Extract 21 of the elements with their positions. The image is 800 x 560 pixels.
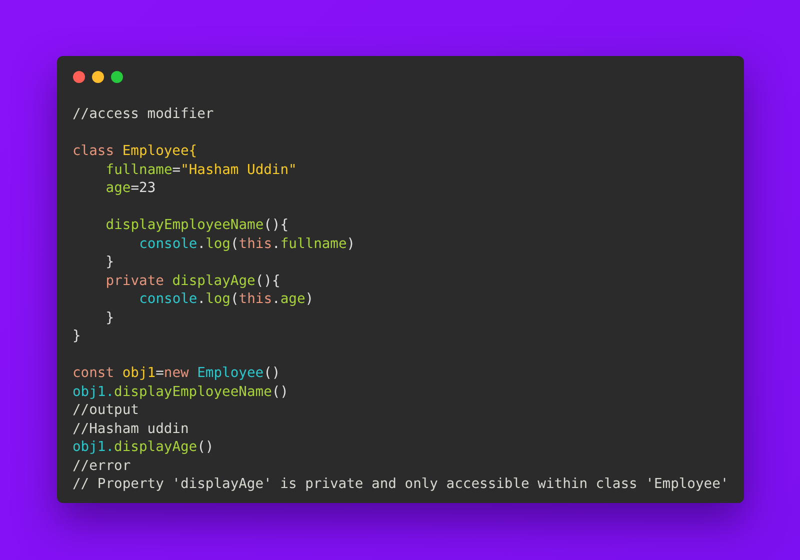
window-control-dot[interactable] [72,71,84,83]
code-line: } [72,327,81,346]
code-line: fullname="Hasham Uddin" [106,160,297,179]
code-line: obj1.displayEmployeeName() [72,382,288,401]
code-line: private displayAge(){ [106,272,280,290]
code-line: displayEmployeeName(){ [106,216,289,234]
code-line: const obj1=new Employee() [72,364,280,382]
code-line: //error [72,456,131,475]
code-line: //access modifier [72,105,214,124]
window-control-dot[interactable] [110,71,122,83]
code-line: age=23 [106,179,156,198]
code-line: console.log(this.age) [139,290,314,308]
code-line: // Property 'displayAge' is private and only accessible within class 'Employee' [72,475,729,494]
code-line: obj1.displayAge() [72,438,214,456]
code-line: class Employee{ [72,142,198,160]
code-line: } [106,253,114,272]
code-line: console.log(this.fullname) [139,234,356,253]
code-line: } [106,308,114,327]
window-control-dot[interactable] [92,71,104,83]
code-line: //output [72,401,139,420]
code-line: //Hasham uddin [72,420,189,438]
